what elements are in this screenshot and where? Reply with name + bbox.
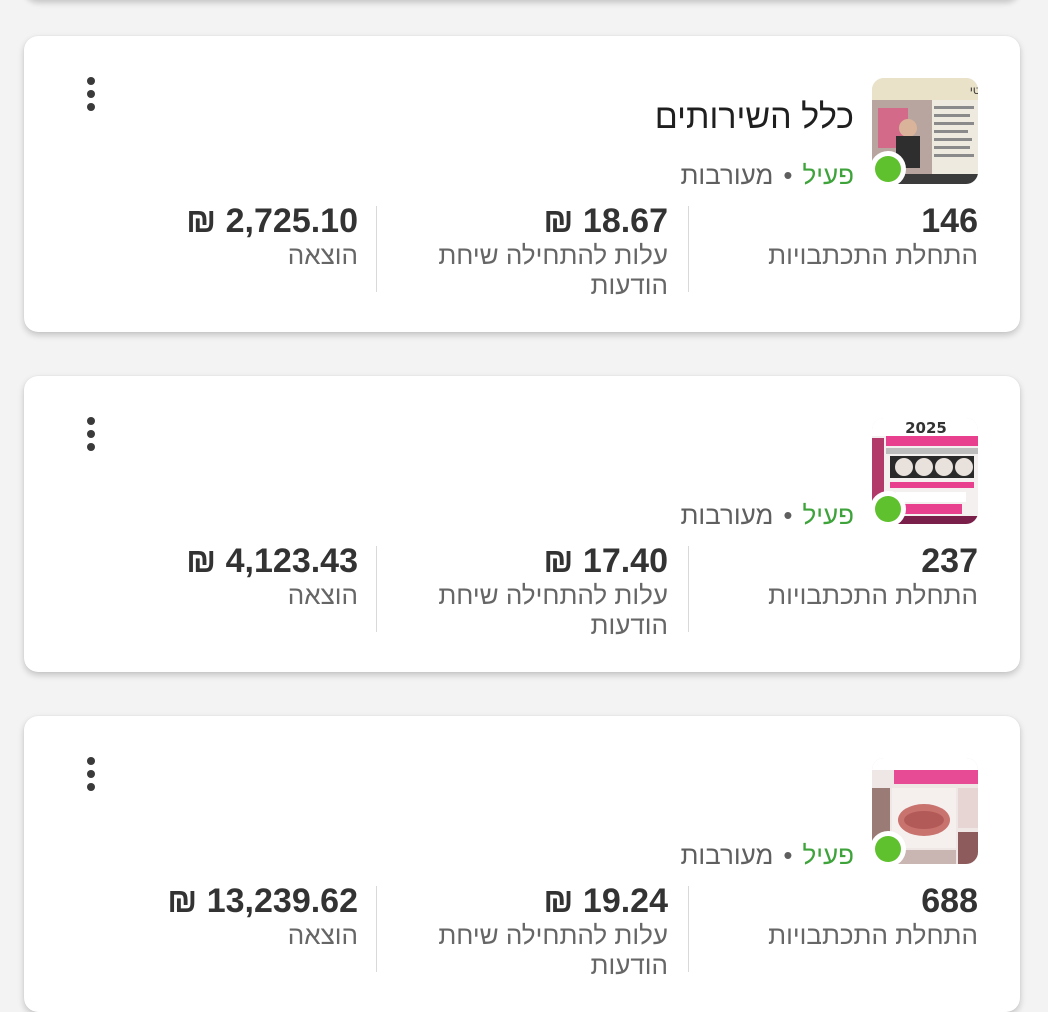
status-indicator bbox=[870, 831, 906, 867]
status-active: פעיל bbox=[802, 500, 854, 530]
metric-cost-per-conversation: 18.67 ₪ עלות להתחילה שיחת הודעות bbox=[408, 202, 668, 300]
delivery-type: מעורבות bbox=[680, 840, 774, 870]
metric-value: 146 bbox=[921, 202, 978, 240]
metric-value: 18.67 ₪ bbox=[543, 202, 668, 240]
status-line: פעיל • מעורבות bbox=[680, 840, 854, 871]
metric-cost-per-conversation: 19.24 ₪ עלות להתחילה שיחת הודעות bbox=[408, 882, 668, 980]
metric-conversations: 237 התחלת התכתבויות bbox=[718, 542, 978, 610]
more-vertical-icon bbox=[87, 417, 95, 425]
metric-cost-per-conversation: 17.40 ₪ עלות להתחילה שיחת הודעות bbox=[408, 542, 668, 640]
ad-title: כלל השירותים bbox=[654, 98, 854, 136]
metric-value: 4,123.43 ₪ bbox=[186, 542, 358, 580]
status-separator: • bbox=[783, 840, 793, 870]
metric-value: 17.40 ₪ bbox=[543, 542, 668, 580]
more-options-button[interactable] bbox=[76, 74, 106, 114]
status-indicator bbox=[870, 491, 906, 527]
divider bbox=[376, 206, 377, 292]
metric-value: 19.24 ₪ bbox=[543, 882, 668, 920]
divider bbox=[688, 206, 689, 292]
status-line: פעיל • מעורבות bbox=[680, 160, 854, 191]
metric-conversations: 688 התחלת התכתבויות bbox=[718, 882, 978, 950]
metric-label: התחלת התכתבויות bbox=[768, 240, 978, 270]
more-vertical-icon bbox=[87, 77, 95, 85]
more-vertical-icon bbox=[87, 757, 95, 765]
metric-spend: 2,725.10 ₪ הוצאה bbox=[58, 202, 358, 270]
metric-conversations: 146 התחלת התכתבויות bbox=[718, 202, 978, 270]
metric-value: 2,725.10 ₪ bbox=[186, 202, 358, 240]
more-options-button[interactable] bbox=[76, 414, 106, 454]
metric-spend: 13,239.62 ₪ הוצאה bbox=[58, 882, 358, 950]
more-options-button[interactable] bbox=[76, 754, 106, 794]
ad-card[interactable]: פעיל • מעורבות 688 התחלת התכתבויות 19.24 ₪… bbox=[24, 716, 1020, 1012]
metric-label: התחלת התכתבויות bbox=[768, 580, 978, 610]
delivery-type: מעורבות bbox=[680, 500, 774, 530]
metric-value: 237 bbox=[921, 542, 978, 580]
divider bbox=[688, 886, 689, 972]
status-indicator bbox=[870, 151, 906, 187]
divider bbox=[376, 546, 377, 632]
thumb-text: עיסוי לימפטי bbox=[970, 83, 978, 97]
status-separator: • bbox=[783, 500, 793, 530]
status-line: פעיל • מעורבות bbox=[680, 500, 854, 531]
divider bbox=[376, 886, 377, 972]
ad-card[interactable]: עיסוי לימפטי כלל השירותים פעיל • מעורבות 1… bbox=[24, 36, 1020, 332]
status-active: פעיל bbox=[802, 840, 854, 870]
metric-label: הוצאה bbox=[287, 580, 358, 610]
metric-label: התחלת התכתבויות bbox=[768, 920, 978, 950]
metric-label: עלות להתחילה שיחת הודעות bbox=[438, 920, 668, 980]
status-separator: • bbox=[783, 160, 793, 190]
metric-value: 688 bbox=[921, 882, 978, 920]
metric-label: עלות להתחילה שיחת הודעות bbox=[438, 240, 668, 300]
ad-card[interactable]: 2025 פעיל • מעורבות 237 התחלת התכתבויות 17… bbox=[24, 376, 1020, 672]
metric-label: הוצאה bbox=[287, 240, 358, 270]
divider bbox=[688, 546, 689, 632]
metric-label: עלות להתחילה שיחת הודעות bbox=[438, 580, 668, 640]
metric-label: הוצאה bbox=[287, 920, 358, 950]
status-active: פעיל bbox=[802, 160, 854, 190]
metric-value: 13,239.62 ₪ bbox=[167, 882, 358, 920]
delivery-type: מעורבות bbox=[680, 160, 774, 190]
thumb-text: 2025 bbox=[905, 419, 947, 437]
metric-spend: 4,123.43 ₪ הוצאה bbox=[58, 542, 358, 610]
